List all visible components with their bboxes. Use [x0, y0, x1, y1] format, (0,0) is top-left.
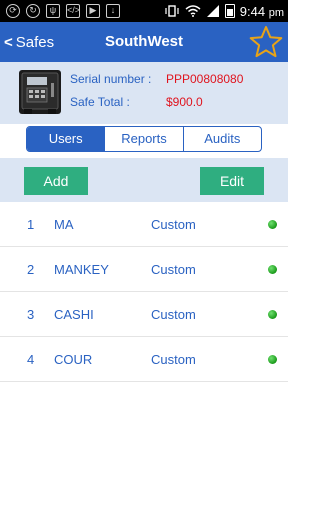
nav-bar: < Safes SouthWest	[0, 22, 288, 62]
status-indicator-icon	[268, 265, 277, 274]
user-number: 1	[27, 217, 35, 232]
tab-audits[interactable]: Audits	[184, 127, 261, 151]
status-time: 9:44 pm	[239, 3, 284, 19]
list-item[interactable]: 2 MANKEY Custom	[0, 247, 288, 292]
serial-number-value: PPP00808080	[166, 72, 244, 86]
usb-icon: ψ	[46, 4, 60, 18]
youtube-icon: ▶	[86, 4, 100, 18]
user-name: COUR	[54, 352, 93, 367]
user-number: 4	[27, 352, 35, 367]
chevron-left-icon: <	[4, 33, 13, 51]
status-indicator-icon	[268, 220, 277, 229]
signal-icon	[206, 5, 219, 17]
list-item[interactable]: 1 MA Custom	[0, 202, 288, 247]
download-icon: ↓	[106, 4, 120, 18]
serial-number-label: Serial number :	[70, 72, 152, 86]
user-list: 1 MA Custom 2 MANKEY Custom 3 CASHI Cust…	[0, 202, 288, 382]
user-name: MANKEY	[54, 262, 109, 277]
star-outline-icon[interactable]	[248, 24, 284, 60]
tab-reports[interactable]: Reports	[105, 127, 184, 151]
refresh-icon: ↻	[26, 4, 40, 18]
user-name: MA	[54, 217, 74, 232]
user-role: Custom	[151, 262, 196, 277]
vibrate-icon	[165, 5, 179, 17]
safe-total-label: Safe Total :	[70, 95, 130, 109]
wifi-icon	[185, 5, 201, 17]
list-item[interactable]: 4 COUR Custom	[0, 337, 288, 382]
user-number: 3	[27, 307, 35, 322]
user-name: CASHI	[54, 307, 94, 322]
battery-icon	[224, 4, 235, 18]
user-role: Custom	[151, 217, 196, 232]
status-indicator-icon	[268, 355, 277, 364]
sync-icon: ⟳	[6, 4, 20, 18]
code-icon: </>	[66, 4, 80, 18]
user-role: Custom	[151, 352, 196, 367]
add-button[interactable]: Add	[24, 167, 88, 195]
safe-total-value: $900.0	[166, 95, 203, 109]
action-bar: Add Edit	[0, 158, 288, 202]
back-button[interactable]: < Safes	[4, 22, 54, 62]
user-number: 2	[27, 262, 35, 277]
safe-icon	[19, 70, 61, 114]
segmented-tabs: Users Reports Audits	[26, 126, 262, 152]
list-item[interactable]: 3 CASHI Custom	[0, 292, 288, 337]
edit-button[interactable]: Edit	[200, 167, 264, 195]
tab-users[interactable]: Users	[27, 127, 106, 151]
user-role: Custom	[151, 307, 196, 322]
status-bar: ⟳ ↻ ψ </> ▶ ↓ 9:44 pm	[0, 0, 288, 22]
back-label: Safes	[15, 33, 55, 51]
safe-info-panel: Serial number : PPP00808080 Safe Total :…	[0, 62, 288, 124]
status-indicator-icon	[268, 310, 277, 319]
